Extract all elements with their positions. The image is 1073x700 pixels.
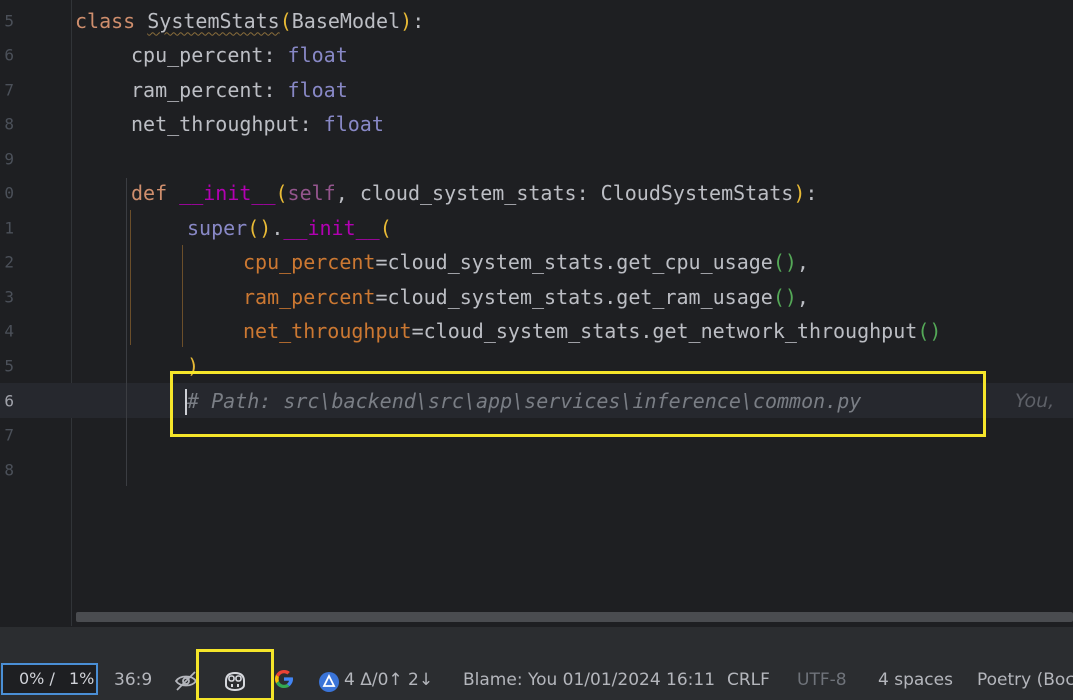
line-number: 8 — [4, 460, 14, 479]
highlight-box-copilot — [196, 649, 274, 700]
code-text: cpu_percent=cloud_system_stats.get_cpu_u… — [243, 249, 809, 274]
field-token: ram_percent — [131, 77, 264, 102]
code-line[interactable]: 1 super().__init__( — [0, 210, 1073, 245]
method-name-token: __init__ — [283, 215, 380, 240]
blame-inlay[interactable]: You, — [1015, 390, 1054, 412]
line-number: 2 — [4, 252, 14, 271]
line-number: 0 — [4, 183, 14, 202]
line-number: 7 — [4, 425, 14, 444]
indent-guide-active — [130, 210, 131, 345]
python-interpreter[interactable]: Poetry (Boc — [977, 669, 1073, 691]
indent-guide — [126, 178, 127, 486]
line-number: 6 — [4, 45, 14, 64]
code-line[interactable]: 8 net_throughput: float — [0, 106, 1073, 141]
line-number: 1 — [4, 218, 14, 237]
type-token: float — [323, 111, 384, 136]
code-editor[interactable]: 5 class SystemStats(BaseModel): 6 cpu_pe… — [0, 0, 1073, 626]
kwarg-token: cpu_percent — [243, 249, 376, 274]
code-text: ram_percent=cloud_system_stats.get_ram_u… — [243, 284, 809, 309]
param-type-token: CloudSystemStats — [600, 180, 794, 205]
field-token: net_throughput — [131, 111, 300, 136]
git-blame[interactable]: Blame: You 01/01/2024 16:11 — [463, 669, 715, 691]
code-line[interactable]: 5 class SystemStats(BaseModel): — [0, 3, 1073, 38]
code-text: net_throughput: float — [131, 111, 384, 136]
code-text: net_throughput=cloud_system_stats.get_ne… — [243, 318, 942, 343]
vcs-triangle-icon[interactable] — [318, 671, 340, 697]
code-text: ram_percent: float — [131, 77, 348, 102]
line-number: 9 — [4, 149, 14, 168]
call-token: cloud_system_stats.get_cpu_usage — [387, 249, 773, 274]
line-number: 7 — [4, 80, 14, 99]
code-text: def __init__(self, cloud_system_stats: C… — [131, 180, 818, 205]
type-token: float — [287, 77, 348, 102]
line-number: 8 — [4, 114, 14, 133]
keyword-token: def — [131, 180, 168, 205]
line-number: 3 — [4, 287, 14, 306]
call-token: cloud_system_stats.get_network_throughpu… — [423, 318, 918, 343]
progress-right: 1% — [69, 669, 95, 688]
kwarg-token: ram_percent — [243, 284, 376, 309]
builtin-token: super — [187, 215, 248, 240]
line-ending[interactable]: CRLF — [727, 669, 770, 691]
google-icon[interactable] — [272, 667, 298, 693]
vcs-summary[interactable]: 4 Δ/0↑ 2↓ — [344, 669, 433, 691]
status-bar: 0% / 1% 36:9 4 Δ/0↑ 2↓ Blame: You 01/01/… — [0, 626, 1073, 700]
highlight-box-comment — [170, 371, 986, 437]
class-name-token: SystemStats — [147, 8, 280, 33]
code-line[interactable]: 3 ram_percent=cloud_system_stats.get_ram… — [0, 279, 1073, 314]
code-text: class SystemStats(BaseModel): — [75, 8, 425, 33]
memory-indicator[interactable]: 0% / 1% — [1, 663, 98, 695]
code-line[interactable]: 4 net_throughput=cloud_system_stats.get_… — [0, 313, 1073, 348]
code-text: cpu_percent: float — [131, 42, 348, 67]
indent-setting[interactable]: 4 spaces — [878, 669, 953, 691]
keyword-token: class — [75, 8, 136, 33]
code-text: super().__init__( — [187, 215, 392, 240]
code-line[interactable]: 8 — [0, 452, 1073, 487]
horizontal-scrollbar[interactable] — [76, 612, 1073, 622]
line-number: 4 — [4, 321, 14, 340]
code-line[interactable]: 7 ram_percent: float — [0, 72, 1073, 107]
progress-left: 0% / — [19, 669, 55, 688]
cursor-position[interactable]: 36:9 — [114, 669, 152, 691]
indent-guide-active — [182, 245, 183, 347]
line-number: 5 — [4, 11, 14, 30]
type-token: float — [287, 42, 348, 67]
code-line[interactable]: 0 def __init__(self, cloud_system_stats:… — [0, 175, 1073, 210]
code-line[interactable]: 2 cpu_percent=cloud_system_stats.get_cpu… — [0, 244, 1073, 279]
base-class-token: BaseModel — [291, 8, 401, 33]
call-token: cloud_system_stats.get_ram_usage — [387, 284, 773, 309]
file-encoding[interactable]: UTF-8 — [797, 669, 847, 691]
line-number: 5 — [4, 356, 14, 375]
self-token: self — [287, 180, 336, 205]
field-token: cpu_percent — [131, 42, 264, 67]
code-line[interactable]: 6 cpu_percent: float — [0, 37, 1073, 72]
method-name-token: __init__ — [179, 180, 276, 205]
code-line[interactable]: 9 — [0, 141, 1073, 176]
line-number: 6 — [4, 391, 14, 410]
param-token: cloud_system_stats — [359, 180, 577, 205]
kwarg-token: net_throughput — [243, 318, 412, 343]
